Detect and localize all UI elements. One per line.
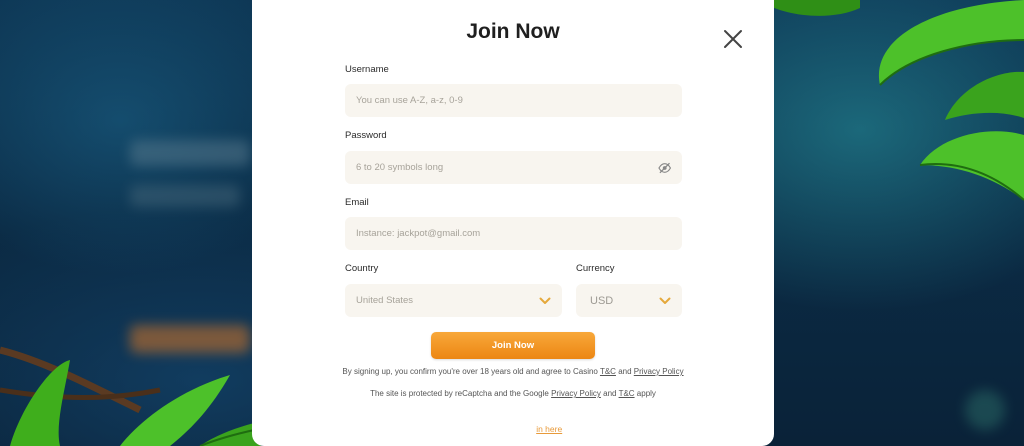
login-link[interactable]: in here <box>536 424 562 434</box>
password-field[interactable] <box>345 151 682 184</box>
email-label: Email <box>345 197 369 208</box>
currency-select[interactable]: USD <box>576 284 682 317</box>
terms-notice: By signing up, you confirm you're over 1… <box>252 367 774 376</box>
background-blurred-chat-bubble <box>965 390 1005 430</box>
recaptcha-text: The site is protected by reCaptcha and t… <box>370 389 549 398</box>
username-label: Username <box>345 64 389 75</box>
email-input[interactable] <box>356 228 671 239</box>
close-icon[interactable] <box>722 28 744 50</box>
chevron-down-icon <box>539 297 551 304</box>
recaptcha-notice: The site is protected by reCaptcha and t… <box>252 389 774 398</box>
login-prompt: in here <box>252 424 774 434</box>
terms-text: By signing up, you confirm you're over 1… <box>342 367 598 376</box>
join-now-button[interactable]: Join Now <box>431 332 595 359</box>
recaptcha-and-text: and <box>603 389 617 398</box>
password-label: Password <box>345 130 387 141</box>
username-field[interactable] <box>345 84 682 117</box>
country-value: United States <box>356 295 414 306</box>
background-blurred-heading <box>130 140 250 166</box>
country-select[interactable]: United States <box>345 284 562 317</box>
currency-value: USD <box>590 294 614 307</box>
username-input[interactable] <box>356 95 671 106</box>
jungle-leaves-top-right <box>840 0 1024 215</box>
background-blurred-subheading <box>130 185 240 207</box>
country-label: Country <box>345 263 379 274</box>
modal-title: Join Now <box>466 20 560 43</box>
terms-link[interactable]: T&C <box>600 367 616 376</box>
terms-and-text: and <box>618 367 632 376</box>
eye-slash-icon[interactable] <box>657 162 671 174</box>
google-privacy-policy-link[interactable]: Privacy Policy <box>551 389 601 398</box>
google-terms-link[interactable]: T&C <box>619 389 635 398</box>
chevron-down-icon <box>659 297 671 304</box>
currency-label: Currency <box>576 263 615 274</box>
email-field[interactable] <box>345 217 682 250</box>
recaptcha-apply-text: apply <box>636 389 656 398</box>
signup-modal: Join Now Username Password Email Country… <box>252 0 774 446</box>
privacy-policy-link[interactable]: Privacy Policy <box>634 367 684 376</box>
password-input[interactable] <box>356 162 658 173</box>
